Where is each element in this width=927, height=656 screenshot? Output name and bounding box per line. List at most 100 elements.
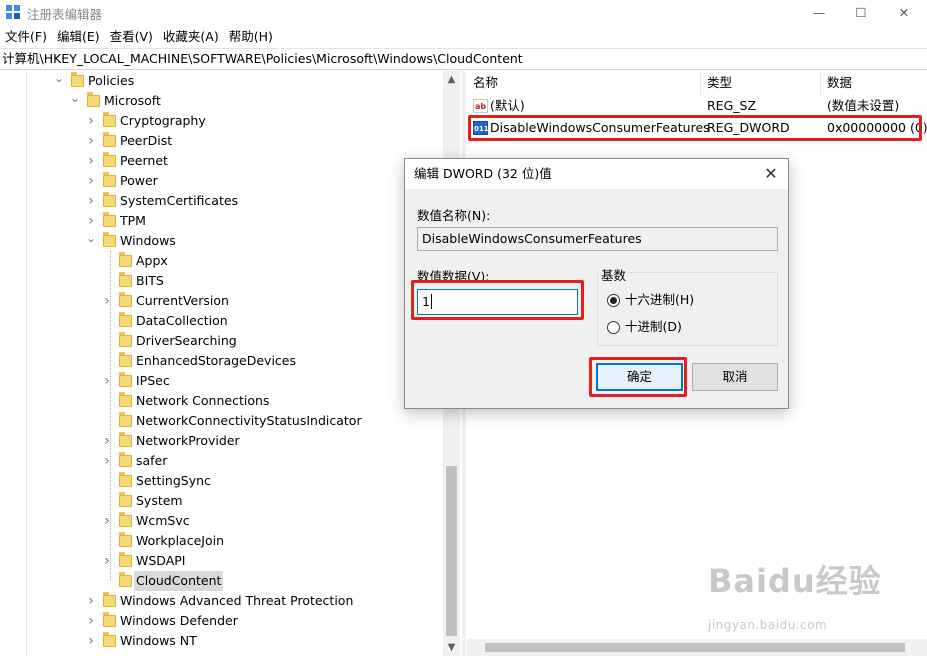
chevron-right-icon[interactable]: ›	[85, 211, 97, 231]
ok-button[interactable]: 确定	[596, 363, 683, 391]
folder-icon	[119, 252, 132, 267]
tree-item-workplacejoin[interactable]: WorkplaceJoin	[0, 531, 440, 551]
tree-item-appx[interactable]: Appx	[0, 251, 440, 271]
radio-hex-label: 十六进制(H)	[625, 292, 695, 307]
folder-icon	[119, 492, 132, 507]
string-value-icon: ab	[473, 99, 488, 113]
tree-item-wsdapi[interactable]: › WSDAPI	[0, 551, 440, 571]
radio-unselected-icon	[607, 321, 620, 334]
tree-item-datacollection[interactable]: DataCollection	[0, 311, 440, 331]
tree-item-power[interactable]: › Power	[0, 171, 440, 191]
value-data-text: 1	[422, 294, 430, 309]
tree-item-label: BITS	[136, 273, 164, 288]
tree-item-currentversion[interactable]: › CurrentVersion	[0, 291, 440, 311]
scroll-up-icon[interactable]: ▲	[443, 71, 460, 88]
tree-item-peernet[interactable]: › Peernet	[0, 151, 440, 171]
tree-item-ipsec[interactable]: › IPSec	[0, 371, 440, 391]
chevron-right-icon[interactable]: ›	[85, 611, 97, 631]
chevron-right-icon[interactable]: ›	[85, 591, 97, 611]
column-header-name[interactable]: 名称	[467, 71, 701, 95]
tree-item-windows-advanced-threat-protection[interactable]: › Windows Advanced Threat Protection	[0, 591, 440, 611]
tree-item-safer[interactable]: › safer	[0, 451, 440, 471]
value-row[interactable]: ab (默认) REG_SZ (数值未设置)	[467, 95, 927, 117]
hscroll-thumb[interactable]	[485, 643, 905, 652]
tree-item-systemcertificates[interactable]: › SystemCertificates	[0, 191, 440, 211]
menu-file[interactable]: 文件(F)	[0, 27, 52, 47]
tree-item-system[interactable]: System	[0, 491, 440, 511]
chevron-right-icon[interactable]: ›	[85, 111, 97, 131]
menu-view[interactable]: 查看(V)	[105, 27, 158, 47]
cancel-button[interactable]: 取消	[692, 363, 778, 391]
scroll-thumb[interactable]	[446, 466, 457, 636]
folder-icon	[119, 432, 132, 447]
chevron-right-icon[interactable]: ›	[101, 431, 113, 451]
folder-icon	[103, 212, 116, 227]
chevron-right-icon[interactable]: ›	[85, 131, 97, 151]
tree-item-label: Windows Advanced Threat Protection	[120, 593, 354, 608]
tree-dotted-guide	[110, 251, 111, 581]
chevron-right-icon[interactable]: ›	[85, 151, 97, 171]
chevron-down-icon[interactable]: ⌄	[69, 91, 81, 111]
tree-item-policies[interactable]: ⌄ Policies	[0, 71, 440, 91]
values-horizontal-scrollbar[interactable]	[467, 639, 927, 656]
watermark-logo: Baidu经验	[708, 562, 882, 600]
tree-item-windows-nt[interactable]: › Windows NT	[0, 631, 440, 651]
base-label: 基数	[599, 265, 629, 284]
value-type: REG_SZ	[707, 98, 757, 113]
minimize-button[interactable]: —	[796, 0, 842, 24]
tree-item-label: Cryptography	[120, 113, 206, 128]
tree-item-cryptography[interactable]: › Cryptography	[0, 111, 440, 131]
tree-item-tpm[interactable]: › TPM	[0, 211, 440, 231]
column-header-type[interactable]: 类型	[701, 71, 821, 95]
folder-icon	[119, 572, 132, 587]
tree-item-label: Microsoft	[104, 93, 161, 108]
tree-item-label: WSDAPI	[136, 553, 186, 568]
tree-item-windows-defender[interactable]: › Windows Defender	[0, 611, 440, 631]
tree-item-cloudcontent[interactable]: CloudContent	[0, 571, 440, 591]
chevron-right-icon[interactable]: ›	[85, 191, 97, 211]
folder-icon	[119, 292, 132, 307]
tree-item-peerdist[interactable]: › PeerDist	[0, 131, 440, 151]
chevron-down-icon[interactable]: ⌄	[53, 71, 65, 91]
tree-item-bits[interactable]: BITS	[0, 271, 440, 291]
menu-favorites[interactable]: 收藏夹(A)	[158, 27, 224, 47]
value-type: REG_DWORD	[707, 120, 790, 135]
tree-item-enhancedstoragedevices[interactable]: EnhancedStorageDevices	[0, 351, 440, 371]
close-button[interactable]: ✕	[881, 0, 927, 24]
tree-item-label: Windows NT	[120, 633, 197, 648]
minimize-icon: —	[812, 4, 826, 20]
tree-item-windows[interactable]: ⌄ Windows	[0, 231, 440, 251]
scroll-down-icon[interactable]: ▼	[443, 639, 460, 656]
chevron-right-icon[interactable]: ›	[85, 631, 97, 651]
menu-edit[interactable]: 编辑(E)	[52, 27, 105, 47]
tree-item-microsoft[interactable]: ⌄ Microsoft	[0, 91, 440, 111]
tree-item-networkprovider[interactable]: › NetworkProvider	[0, 431, 440, 451]
chevron-right-icon[interactable]: ›	[101, 371, 113, 391]
tree-item-settingsync[interactable]: SettingSync	[0, 471, 440, 491]
chevron-down-icon[interactable]: ⌄	[85, 231, 97, 251]
edit-dword-dialog: 编辑 DWORD (32 位)值 ✕ 数值名称(N): DisableWindo…	[404, 158, 789, 409]
chevron-right-icon[interactable]: ›	[85, 171, 97, 191]
dialog-close-icon[interactable]: ✕	[762, 165, 780, 183]
chevron-right-icon[interactable]: ›	[101, 291, 113, 311]
menu-help[interactable]: 帮助(H)	[224, 27, 278, 47]
folder-icon	[87, 92, 100, 107]
column-header-data[interactable]: 数据	[821, 71, 927, 95]
tree-item-label: Power	[120, 173, 158, 188]
text-caret	[430, 294, 432, 309]
value-data-input[interactable]: 1	[417, 289, 578, 315]
value-row-selected[interactable]: 011 DisableWindowsConsumerFeatures REG_D…	[467, 117, 927, 139]
value-name-field: DisableWindowsConsumerFeatures	[417, 227, 778, 251]
value-name: (默认)	[490, 98, 525, 113]
address-bar[interactable]: 计算机\HKEY_LOCAL_MACHINE\SOFTWARE\Policies…	[0, 48, 927, 70]
tree-item-networkconnectivitystatusindicator[interactable]: NetworkConnectivityStatusIndicator	[0, 411, 440, 431]
chevron-right-icon[interactable]: ›	[101, 511, 113, 531]
tree-item-driversearching[interactable]: DriverSearching	[0, 331, 440, 351]
maximize-button[interactable]: ☐	[838, 0, 884, 24]
folder-icon	[119, 552, 132, 567]
tree-item-wcmsvc[interactable]: › WcmSvc	[0, 511, 440, 531]
dialog-title: 编辑 DWORD (32 位)值	[405, 159, 788, 189]
tree-item-network-connections[interactable]: Network Connections	[0, 391, 440, 411]
chevron-right-icon[interactable]: ›	[101, 451, 113, 471]
chevron-right-icon[interactable]: ›	[101, 551, 113, 571]
